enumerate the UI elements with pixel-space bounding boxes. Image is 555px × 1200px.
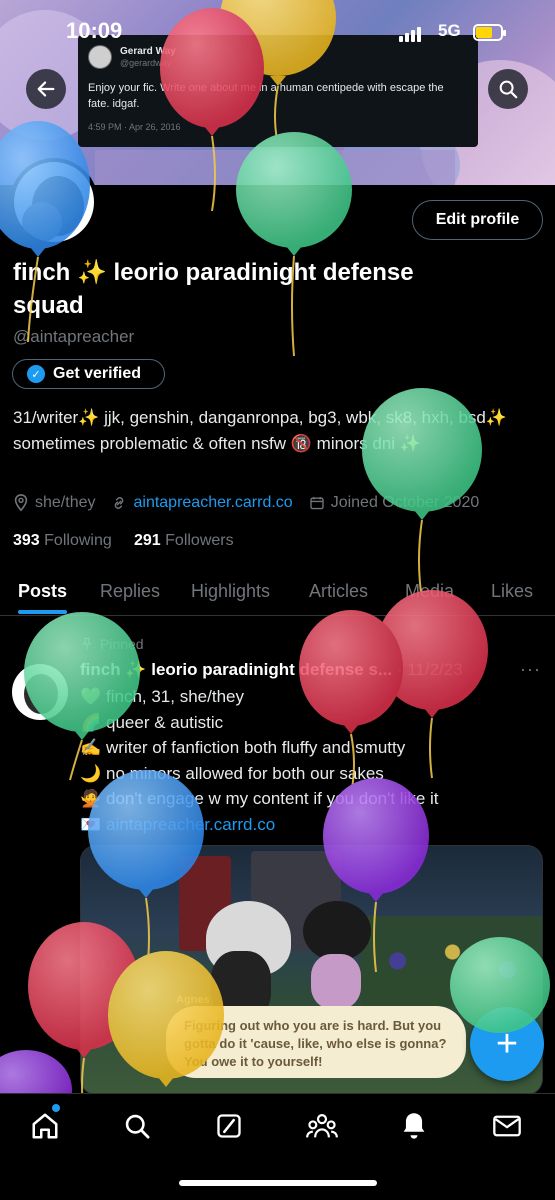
verified-badge-icon: ✓ xyxy=(27,365,45,383)
location-pin-icon xyxy=(14,494,28,512)
followers-label: Followers xyxy=(165,532,234,549)
post-header: finch ✨ leorio paradinight defense s... … xyxy=(80,660,520,680)
search-button[interactable] xyxy=(488,69,528,109)
grok-icon xyxy=(217,1114,241,1138)
following-count: 393 xyxy=(13,532,40,549)
nav-communities[interactable] xyxy=(302,1108,342,1144)
home-icon xyxy=(32,1113,58,1139)
writing-hand-icon: ✍️ xyxy=(80,738,102,757)
tab-replies[interactable]: Replies xyxy=(100,568,160,614)
bell-icon xyxy=(403,1113,425,1139)
pronouns-text: she/they xyxy=(35,494,96,511)
post-line-text: queer & autistic xyxy=(106,712,224,732)
post-line: 🌈 queer & autistic xyxy=(80,710,540,736)
post-line-text: don't engage w my content if you don't l… xyxy=(106,789,439,808)
battery-icon xyxy=(473,24,506,41)
joined-item: Joined October 2020 xyxy=(309,494,480,512)
follow-counts: 393 Following 291 Followers xyxy=(13,532,234,550)
status-time: 10:09 xyxy=(66,18,123,43)
link-icon xyxy=(115,497,124,509)
no-gesture-icon: 🙅 xyxy=(80,789,102,808)
home-notification-dot xyxy=(52,1104,60,1112)
nav-home[interactable] xyxy=(25,1108,65,1144)
post-line-text: no minors allowed for both our sakes xyxy=(106,763,384,783)
calendar-icon xyxy=(310,497,324,510)
arrow-left-icon xyxy=(37,81,55,97)
post-avatar[interactable] xyxy=(12,664,68,720)
post-link[interactable]: aintapreacher.carrd.co xyxy=(106,812,275,838)
signal-icon xyxy=(399,27,421,42)
website-link[interactable]: aintapreacher.carrd.co xyxy=(133,494,292,512)
post-line-text: finch, 31, she/they xyxy=(106,687,244,706)
dialog-bubble: Figuring out who you are is hard. But yo… xyxy=(166,1006,466,1078)
profile-tabs: Posts Replies Highlights Articles Media … xyxy=(0,568,555,616)
compose-button[interactable]: + xyxy=(470,1007,544,1081)
network-type: 5G xyxy=(438,21,461,40)
post-line: ✍️ writer of fanfiction both fluffy and s… xyxy=(80,735,540,761)
post-line: 🌙 no minors allowed for both our sakes xyxy=(80,761,540,787)
post-line: 💌 aintapreacher.carrd.co xyxy=(80,812,540,838)
following-label: Following xyxy=(44,532,112,549)
love-letter-icon: 💌 xyxy=(80,814,102,834)
post-line-text: writer of fanfiction both fluffy and smu… xyxy=(106,738,406,757)
edit-profile-button[interactable]: Edit profile xyxy=(412,200,543,240)
tweet-author-name: Gerard Way xyxy=(120,45,176,57)
search-icon xyxy=(499,80,518,99)
get-verified-button[interactable]: ✓ Get verified xyxy=(12,359,165,389)
pin-icon xyxy=(82,637,92,650)
green-heart-icon: 💚 xyxy=(80,687,102,706)
tweet-timestamp: 4:59 PM · Apr 26, 2016 xyxy=(88,122,181,132)
character-agnes-body xyxy=(311,954,361,1009)
rainbow-icon: 🌈 xyxy=(80,712,102,732)
post-date: · 11/2/23 xyxy=(396,660,463,679)
character-agnes xyxy=(303,901,371,961)
following-link[interactable]: 393 Following xyxy=(13,532,112,549)
profile-bio: 31/writer✨ jjk, genshin, danganronpa, bg… xyxy=(13,408,508,453)
back-button[interactable] xyxy=(26,69,66,109)
nav-notifications[interactable] xyxy=(394,1108,434,1144)
pronouns-item: she/they xyxy=(13,494,95,512)
more-options-button[interactable]: ··· xyxy=(520,659,541,680)
banner-tweet-screenshot: Gerard Way @gerardway Enjoy your fic. Wr… xyxy=(78,35,478,147)
nav-explore[interactable] xyxy=(117,1108,157,1144)
nav-grok[interactable] xyxy=(209,1108,249,1144)
tab-posts[interactable]: Posts xyxy=(18,568,68,614)
people-icon xyxy=(306,1114,338,1138)
nav-messages[interactable] xyxy=(487,1108,527,1144)
post-line: 🙅 don't engage w my content if you don't … xyxy=(80,786,540,812)
dialog-speaker: Agnes xyxy=(176,994,210,1006)
profile-meta: she/they aintapreacher.carrd.co Joined O… xyxy=(13,494,479,512)
banner-decoration xyxy=(95,150,455,185)
profile-avatar[interactable] xyxy=(10,158,98,246)
flower-bed xyxy=(361,916,542,1006)
tweet-avatar xyxy=(88,45,112,69)
profile-handle: @aintapreacher xyxy=(13,327,135,346)
mail-icon xyxy=(493,1115,521,1137)
pinned-label: Pinned xyxy=(100,636,144,652)
tab-likes[interactable]: Likes xyxy=(491,568,533,614)
followers-link[interactable]: 291 Followers xyxy=(134,532,234,549)
followers-count: 291 xyxy=(133,532,161,549)
pinned-indicator: Pinned xyxy=(80,636,144,652)
tweet-author-handle: @gerardway xyxy=(120,57,172,68)
profile-name: finch ✨ leorio paradinight defense squad xyxy=(13,259,414,319)
post-text: 💚 finch, 31, she/they 🌈 queer & autistic ✍… xyxy=(80,684,540,837)
post-line: 💚 finch, 31, she/they xyxy=(80,684,540,710)
tab-articles[interactable]: Articles xyxy=(309,568,368,614)
get-verified-label: Get verified xyxy=(53,365,142,382)
post-author[interactable]: finch ✨ leorio paradinight defense s... xyxy=(80,660,392,679)
website-item[interactable]: aintapreacher.carrd.co xyxy=(111,494,293,512)
tab-media[interactable]: Media xyxy=(405,568,454,614)
joined-text: Joined October 2020 xyxy=(330,494,480,511)
tweet-text: Enjoy your fic. Write one about me in a … xyxy=(88,82,444,110)
tab-highlights[interactable]: Highlights xyxy=(191,568,270,614)
moon-icon: 🌙 xyxy=(80,763,102,783)
home-indicator[interactable] xyxy=(179,1180,377,1186)
search-icon xyxy=(125,1114,150,1139)
